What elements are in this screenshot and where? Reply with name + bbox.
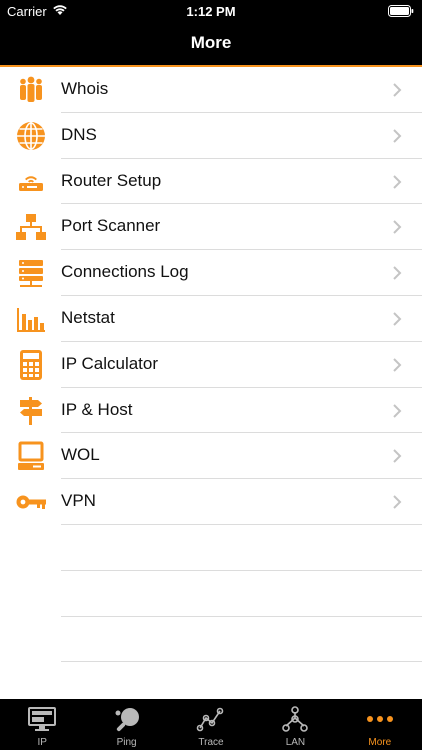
tab-label: LAN <box>285 737 306 748</box>
chevron-right-icon <box>392 219 402 235</box>
menu-item-label: Connections Log <box>61 262 189 282</box>
empty-row <box>0 617 422 663</box>
tab-ping[interactable]: Ping <box>84 699 168 750</box>
tab-lan[interactable]: LAN <box>253 699 337 750</box>
tab-ip[interactable]: IP <box>0 699 84 750</box>
menu-item-label: Whois <box>61 79 109 98</box>
menu-item-label: VPN <box>61 491 96 511</box>
tab-label: More <box>368 737 392 748</box>
page-title: More <box>190 33 232 52</box>
empty-row <box>0 525 422 571</box>
menu-item-label: IP Calculator <box>61 353 159 373</box>
tab-label: IP <box>37 737 47 748</box>
computer-icon <box>14 439 48 473</box>
menu-item-label: Netstat <box>61 307 115 327</box>
menu-item-wol[interactable]: WOL <box>0 433 422 480</box>
chevron-right-icon <box>392 128 402 144</box>
router-icon <box>14 165 48 199</box>
tab-more[interactable]: More <box>338 699 422 750</box>
trace-graph-icon <box>196 705 226 733</box>
menu-item-label: IP & Host <box>61 399 133 419</box>
status-bar: Carrier 1:12 PM <box>0 0 422 22</box>
menu-item-whois[interactable]: Whois <box>0 67 422 113</box>
tab-bar: IP Ping Trace LAN More <box>0 699 422 750</box>
globe-icon <box>14 119 48 153</box>
more-menu-list: Whois DNS Router Setup Port Scanner Conn… <box>0 67 422 663</box>
menu-item-label: DNS <box>61 124 97 144</box>
calculator-icon <box>14 348 48 382</box>
divider <box>61 661 422 663</box>
chevron-right-icon <box>392 448 402 464</box>
clock: 1:12 PM <box>186 4 236 19</box>
chevron-right-icon <box>392 174 402 190</box>
menu-item-router-setup[interactable]: Router Setup <box>0 159 422 205</box>
key-icon <box>14 485 48 519</box>
bar-chart-icon <box>14 302 48 336</box>
menu-item-label: Router Setup <box>61 170 162 190</box>
navigation-header: Carrier 1:12 PM More <box>0 0 422 67</box>
chevron-right-icon <box>392 82 402 98</box>
tab-label: Ping <box>116 737 137 748</box>
ping-pong-icon <box>112 705 142 733</box>
lan-icon <box>280 705 310 733</box>
chevron-right-icon <box>392 403 402 419</box>
signpost-icon <box>14 394 48 428</box>
battery-icon <box>388 5 414 20</box>
network-tree-icon <box>14 210 48 244</box>
menu-item-netstat[interactable]: Netstat <box>0 296 422 342</box>
people-icon <box>14 73 48 107</box>
menu-item-label: Port Scanner <box>61 216 161 236</box>
menu-item-connections-log[interactable]: Connections Log <box>0 250 422 296</box>
empty-row <box>0 571 422 617</box>
menu-item-dns[interactable]: DNS <box>0 113 422 159</box>
menu-item-ip-calculator[interactable]: IP Calculator <box>0 342 422 388</box>
chevron-right-icon <box>392 357 402 373</box>
menu-item-vpn[interactable]: VPN <box>0 479 422 525</box>
tab-trace[interactable]: Trace <box>169 699 253 750</box>
more-dots-icon <box>365 705 395 733</box>
tab-label: Trace <box>198 737 224 748</box>
chevron-right-icon <box>392 311 402 327</box>
menu-item-ip-host[interactable]: IP & Host <box>0 388 422 434</box>
menu-item-port-scanner[interactable]: Port Scanner <box>0 204 422 251</box>
chevron-right-icon <box>392 265 402 281</box>
chevron-right-icon <box>392 494 402 510</box>
menu-item-label: WOL <box>61 445 100 465</box>
server-icon <box>14 256 48 290</box>
monitor-icon <box>27 705 57 733</box>
